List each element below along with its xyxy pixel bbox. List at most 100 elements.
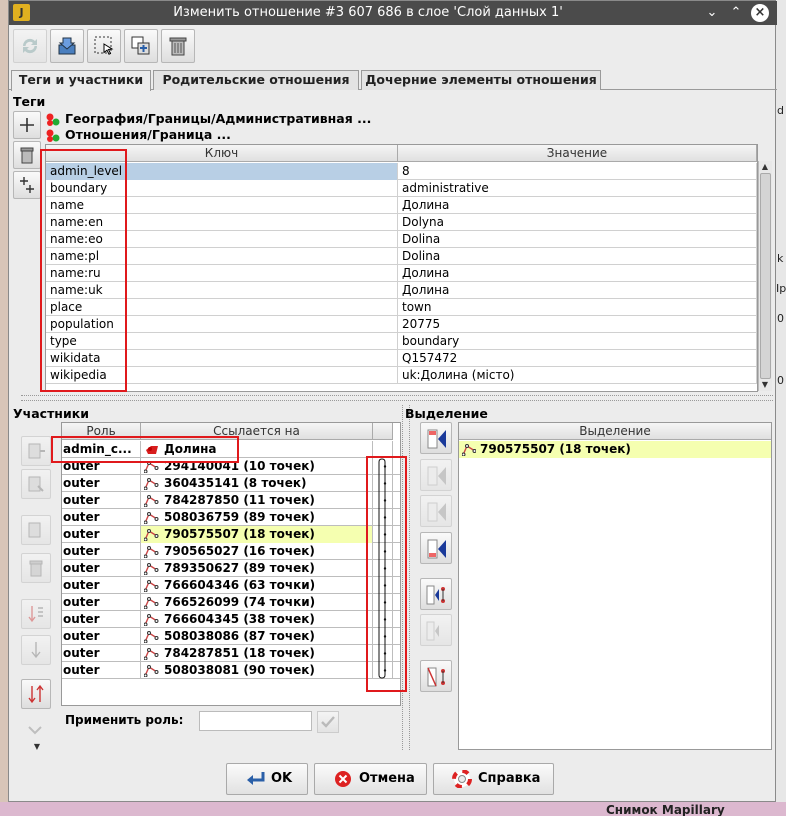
add-selected-at-end-button[interactable] [420, 532, 452, 564]
tag-row[interactable]: type boundary [46, 333, 757, 350]
delete-selected-members-button[interactable] [420, 660, 452, 692]
member-row[interactable]: outer 766526099 (74 точки) [62, 594, 400, 611]
move-up-member-button[interactable] [21, 436, 51, 466]
tag-key-cell[interactable]: boundary [46, 180, 398, 197]
tag-key-cell[interactable]: wikipedia [46, 367, 398, 384]
member-role-cell[interactable]: admin_c... [62, 441, 141, 458]
tag-key-cell[interactable]: wikidata [46, 350, 398, 367]
tag-row[interactable]: name Долина [46, 197, 757, 214]
tag-value-cell[interactable]: Dolina [398, 248, 757, 265]
panel-scroll-down-icon[interactable]: ▼ [27, 742, 47, 751]
member-ref-cell[interactable]: 784287851 (18 точек) [141, 645, 373, 662]
member-ref-cell[interactable]: Долина [141, 441, 373, 458]
tag-row[interactable]: name:en Dolyna [46, 214, 757, 231]
tag-row[interactable]: name:uk Долина [46, 282, 757, 299]
sort-members-button[interactable] [21, 599, 51, 629]
tag-value-cell[interactable]: 8 [398, 163, 757, 180]
member-row[interactable]: outer 294140041 (10 точек) [62, 458, 400, 475]
member-role-cell[interactable]: outer [62, 560, 141, 577]
tag-key-cell[interactable]: admin_level [46, 163, 398, 180]
tag-key-cell[interactable]: type [46, 333, 398, 350]
edit-member-button[interactable] [21, 515, 51, 545]
tag-value-cell[interactable]: Долина [398, 197, 757, 214]
apply-role-button[interactable] [317, 711, 339, 733]
member-role-cell[interactable]: outer [62, 611, 141, 628]
members-selection-divider[interactable] [402, 405, 410, 750]
member-role-cell[interactable]: outer [62, 509, 141, 526]
tag-value-cell[interactable]: boundary [398, 333, 757, 350]
close-icon[interactable]: × [751, 4, 769, 22]
apply-button[interactable] [50, 29, 84, 63]
title-bar[interactable]: J Изменить отношение #3 607 686 в слое '… [9, 1, 777, 25]
member-role-cell[interactable]: outer [62, 594, 141, 611]
selection-row[interactable]: 790575507 (18 точек) [459, 441, 771, 458]
tag-value-cell[interactable]: Dolyna [398, 214, 757, 231]
member-ref-cell[interactable]: 766526099 (74 точки) [141, 594, 373, 611]
tag-value-cell[interactable]: Долина [398, 265, 757, 282]
tag-value-cell[interactable]: town [398, 299, 757, 316]
tag-row[interactable]: boundary administrative [46, 180, 757, 197]
tag-key-cell[interactable]: name:en [46, 214, 398, 231]
tag-key-cell[interactable]: name:pl [46, 248, 398, 265]
move-down-member-button[interactable] [21, 635, 51, 665]
member-ref-cell[interactable]: 294140041 (10 точек) [141, 458, 373, 475]
help-button[interactable]: Справка [433, 763, 554, 795]
remove-member-button[interactable] [21, 553, 51, 583]
member-row[interactable]: outer 508038086 (87 точек) [62, 628, 400, 645]
scroll-down-arrow-icon[interactable]: ▼ [759, 380, 771, 389]
delete-relation-button[interactable] [161, 29, 195, 63]
tag-row[interactable]: name:ru Долина [46, 265, 757, 282]
ref-column-header[interactable]: Ссылается на [141, 423, 373, 440]
maximize-icon[interactable]: ⌃ [727, 4, 745, 22]
reverse-members-button[interactable] [21, 679, 51, 709]
member-row[interactable]: outer 766604345 (38 точек) [62, 611, 400, 628]
member-row[interactable]: outer 789350627 (89 точек) [62, 560, 400, 577]
member-ref-cell[interactable]: 508038086 (87 точек) [141, 628, 373, 645]
tag-value-cell[interactable]: Dolina [398, 231, 757, 248]
paste-tags-button[interactable] [13, 171, 41, 199]
ok-button[interactable]: OK [226, 763, 308, 795]
add-selected-before-button[interactable] [420, 459, 452, 491]
duplicate-relation-button[interactable] [124, 29, 158, 63]
tag-value-cell[interactable]: Q157472 [398, 350, 757, 367]
add-selected-after-button[interactable] [420, 495, 452, 527]
member-role-cell[interactable]: outer [62, 628, 141, 645]
member-ref-cell[interactable]: 789350627 (89 точек) [141, 560, 373, 577]
tag-key-cell[interactable]: population [46, 316, 398, 333]
tag-key-cell[interactable]: name:uk [46, 282, 398, 299]
member-role-cell[interactable]: outer [62, 645, 141, 662]
member-ref-cell[interactable]: 784287850 (11 точек) [141, 492, 373, 509]
member-ref-cell[interactable]: 508036759 (89 точек) [141, 509, 373, 526]
selection-column-header[interactable]: Выделение [459, 423, 771, 440]
member-ref-cell[interactable]: 508038081 (90 точек) [141, 662, 373, 679]
tag-row[interactable]: name:pl Dolina [46, 248, 757, 265]
member-role-cell[interactable]: outer [62, 543, 141, 560]
tab-parent-relations[interactable]: Родительские отношения [153, 70, 359, 90]
tag-value-cell[interactable]: uk:Долина (місто) [398, 367, 757, 384]
member-row[interactable]: outer 784287851 (18 точек) [62, 645, 400, 662]
split-pane-divider[interactable] [21, 395, 773, 401]
tag-value-cell[interactable]: Долина [398, 282, 757, 299]
member-row[interactable]: outer 790575507 (18 точек) [62, 526, 400, 543]
member-ref-cell[interactable]: 790565027 (16 точек) [141, 543, 373, 560]
member-role-cell[interactable]: outer [62, 526, 141, 543]
tag-row[interactable]: wikipedia uk:Долина (місто) [46, 367, 757, 384]
tag-row[interactable]: population 20775 [46, 316, 757, 333]
role-column-header[interactable]: Роль [62, 423, 141, 440]
cancel-button[interactable]: Отмена [314, 763, 427, 795]
scrollbar-thumb[interactable] [760, 173, 771, 379]
member-row[interactable]: outer 766604346 (63 точки) [62, 577, 400, 594]
member-ref-cell[interactable]: 766604346 (63 точки) [141, 577, 373, 594]
tag-value-cell[interactable]: administrative [398, 180, 757, 197]
select-members-button[interactable] [87, 29, 121, 63]
role-input[interactable] [199, 711, 312, 731]
preset-link[interactable]: География/Границы/Административная ... [45, 111, 371, 127]
add-tag-button[interactable] [13, 111, 41, 139]
add-selected-at-start-button[interactable] [420, 422, 452, 454]
tag-key-cell[interactable]: name:eo [46, 231, 398, 248]
key-column-header[interactable]: Ключ [46, 145, 398, 162]
member-role-cell[interactable]: outer [62, 475, 141, 492]
tags-scrollbar[interactable]: ▲ ▼ [758, 161, 772, 391]
add-member-button[interactable] [21, 469, 51, 499]
tag-key-cell[interactable]: name:ru [46, 265, 398, 282]
